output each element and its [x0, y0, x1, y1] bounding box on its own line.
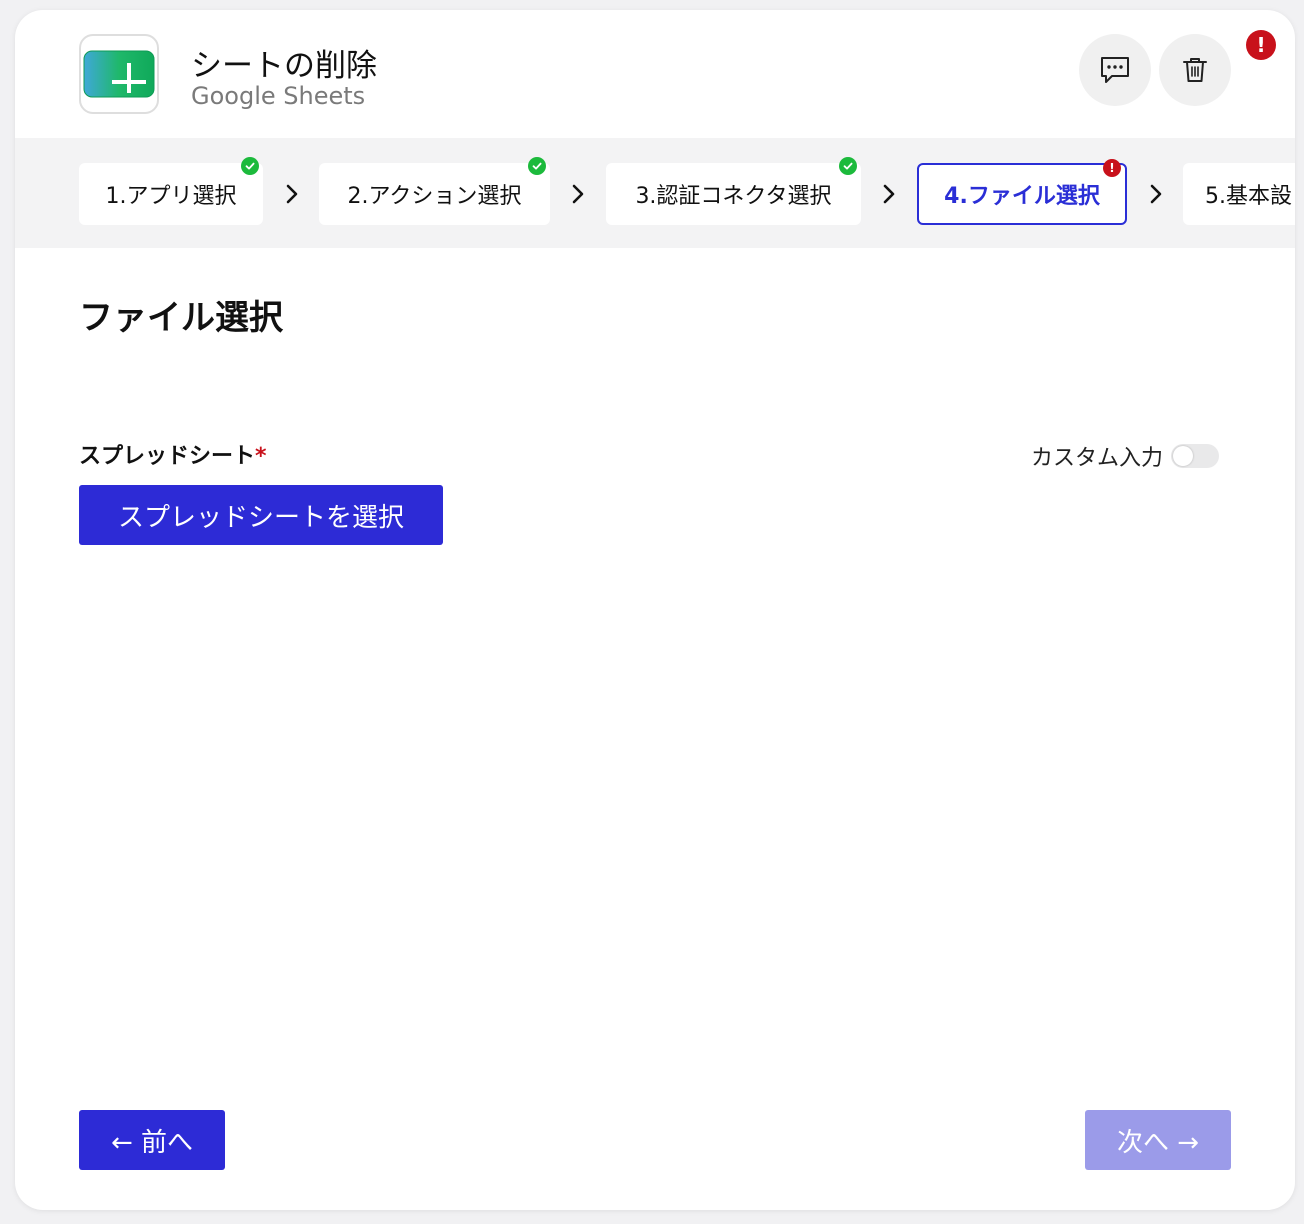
app-name: Google Sheets [191, 82, 366, 110]
spreadsheet-field-label: スプレッドシート* [79, 438, 267, 470]
step-progress-bar: 1.アプリ選択 2.アクション選択 3.認証コネクタ選択 4.ファイル選択 ! [15, 138, 1295, 248]
step-label: 5.基本設 [1205, 184, 1292, 209]
section-title: ファイル選択 [79, 298, 283, 338]
select-spreadsheet-button[interactable]: スプレッドシートを選択 [79, 485, 443, 545]
header: シートの削除 Google Sheets ! [15, 10, 1295, 138]
prev-button[interactable]: ← 前へ [79, 1110, 225, 1170]
chevron-right-icon [1150, 184, 1162, 204]
alert-badge: ! [1246, 30, 1276, 60]
step-file-select[interactable]: 4.ファイル選択 ! [917, 159, 1127, 225]
custom-input-label: カスタム入力 [1031, 446, 1164, 471]
step-basic-settings[interactable]: 5.基本設 [1183, 163, 1295, 225]
step-label: 2.アクション選択 [347, 184, 522, 209]
error-icon: ! [1103, 159, 1121, 177]
custom-input-control: カスタム入力 [1031, 440, 1220, 472]
field-label-text: スプレッドシート [79, 444, 256, 469]
custom-input-toggle[interactable] [1171, 444, 1220, 468]
chevron-right-icon [286, 184, 298, 204]
modal-card: シートの削除 Google Sheets ! 1.アプリ選択 2.アクション選択… [15, 10, 1295, 1210]
chevron-right-icon [572, 184, 584, 204]
check-circle-icon [839, 157, 857, 175]
check-circle-icon [528, 157, 546, 175]
step-label: 4.ファイル選択 [944, 184, 1100, 209]
trash-icon [1183, 58, 1207, 82]
next-button[interactable]: 次へ → [1085, 1110, 1231, 1170]
check-circle-icon [241, 157, 259, 175]
step-label: 1.アプリ選択 [105, 184, 237, 209]
chevron-right-icon [883, 184, 895, 204]
step-action-select[interactable]: 2.アクション選択 [319, 157, 550, 225]
page-title: シートの削除 [191, 48, 377, 84]
toggle-knob [1173, 446, 1194, 466]
comment-button[interactable] [1079, 34, 1151, 106]
comment-icon [1101, 57, 1129, 83]
delete-button[interactable] [1159, 34, 1231, 106]
step-label: 3.認証コネクタ選択 [635, 184, 832, 209]
google-sheets-icon [79, 34, 159, 114]
step-app-select[interactable]: 1.アプリ選択 [79, 157, 263, 225]
required-mark: * [255, 444, 267, 469]
step-connector-select[interactable]: 3.認証コネクタ選択 [606, 157, 861, 225]
